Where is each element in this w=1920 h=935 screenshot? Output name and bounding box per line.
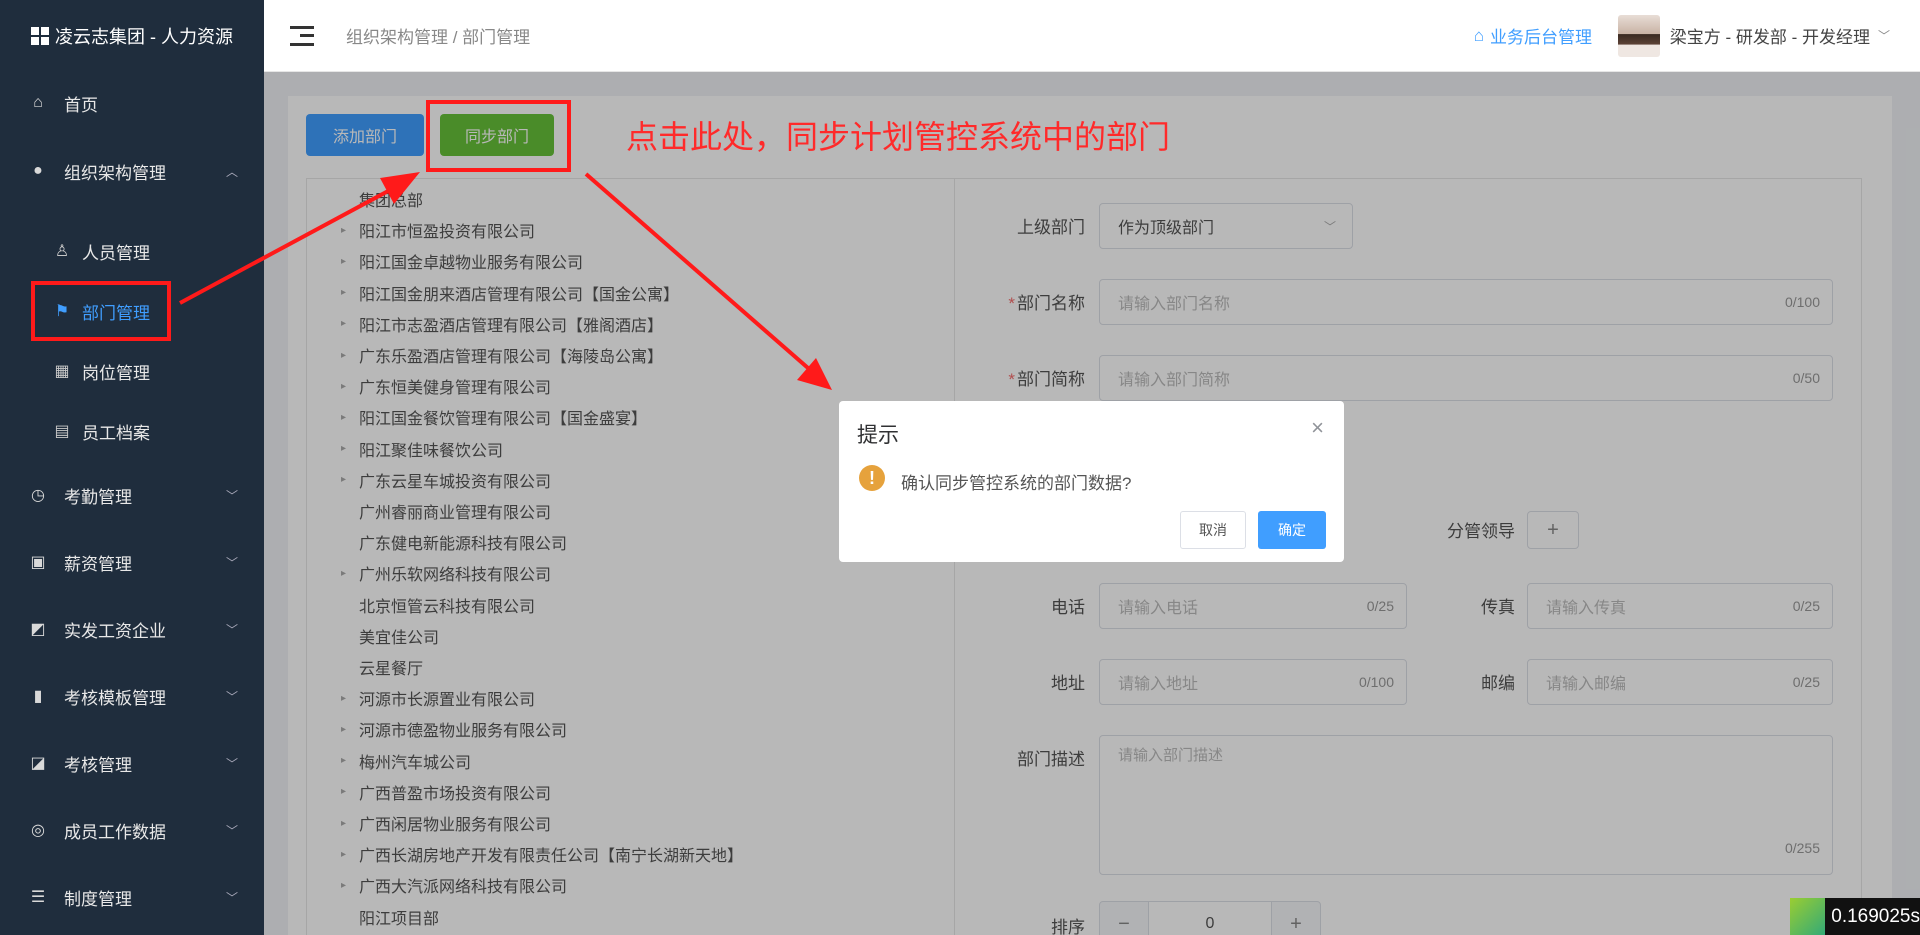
- user-menu[interactable]: 梁宝方 - 研发部 - 开发经理 ﹀: [1670, 23, 1890, 48]
- logo-icon: [31, 27, 49, 45]
- sidebar-item-attendance[interactable]: ◷ 考勤管理 ﹀: [0, 470, 264, 520]
- timer-icon: [1790, 898, 1826, 935]
- stack-icon: ☰: [30, 889, 46, 906]
- sidebar-item-work-data[interactable]: ◎ 成员工作数据 ﹀: [0, 805, 264, 855]
- cancel-button[interactable]: 取消: [1180, 511, 1246, 549]
- annotation-text: 点击此处，同步计划管控系统中的部门: [626, 119, 1171, 155]
- chart-icon: ◩: [30, 621, 46, 638]
- sidebar-item-home[interactable]: ⌂ 首页: [0, 78, 264, 128]
- timer-badge: 0.169025s: [1790, 898, 1920, 935]
- warning-icon: !: [859, 465, 885, 491]
- chevron-down-icon: ﹀: [225, 823, 238, 838]
- sidebar: 凌云志集团 - 人力资源 ⌂ 首页 ● 组织架构管理 ︿ ♙ 人员管理 ⚑ 部门…: [0, 0, 264, 935]
- breadcrumb: 组织架构管理 / 部门管理: [346, 28, 531, 47]
- home-icon: ⌂: [1473, 25, 1484, 45]
- sidebar-item-salary[interactable]: ▣ 薪资管理 ﹀: [0, 537, 264, 587]
- confirm-button[interactable]: 确定: [1258, 511, 1326, 549]
- grid-icon: ▦: [54, 363, 70, 380]
- avatar[interactable]: [1618, 14, 1660, 57]
- sync-highlight-box: [426, 100, 571, 172]
- close-icon[interactable]: ×: [1311, 415, 1324, 441]
- biz-admin-link[interactable]: ⌂ 业务后台管理: [1474, 23, 1592, 48]
- chevron-down-icon: ﹀: [225, 555, 238, 570]
- sidebar-item-eval-template[interactable]: ▮ 考核模板管理 ﹀: [0, 671, 264, 721]
- wallet-icon: ▣: [30, 554, 46, 571]
- clock-icon: ◷: [31, 487, 45, 504]
- chevron-down-icon: ﹀: [225, 890, 238, 905]
- app-title: 凌云志集团 - 人力资源: [55, 27, 233, 47]
- sidebar-item-archive[interactable]: ▤ 员工档案: [0, 406, 264, 456]
- top-header: 组织架构管理 / 部门管理 ⌂ 业务后台管理 梁宝方 - 研发部 - 开发经理 …: [264, 0, 1920, 72]
- app-logo: 凌云志集团 - 人力资源: [0, 0, 264, 72]
- menu-toggle-icon[interactable]: [290, 25, 314, 46]
- chevron-up-icon: ︿: [225, 164, 238, 179]
- chevron-down-icon: ﹀: [1877, 29, 1890, 43]
- book-icon: ▮: [33, 688, 43, 705]
- sidebar-item-payroll-company[interactable]: ◩ 实发工资企业 ﹀: [0, 604, 264, 654]
- person-icon: ♙: [54, 243, 70, 260]
- lifebuoy-icon: ◎: [31, 822, 45, 839]
- trend-icon: ◪: [30, 755, 46, 772]
- chevron-down-icon: ﹀: [225, 488, 238, 503]
- dialog-message: 确认同步管控系统的部门数据?: [901, 474, 1132, 493]
- department-highlight-box: [31, 281, 171, 341]
- dialog-title: 提示: [857, 424, 899, 447]
- sidebar-item-eval[interactable]: ◪ 考核管理 ﹀: [0, 738, 264, 788]
- chevron-down-icon: ﹀: [225, 689, 238, 704]
- sidebar-item-personnel[interactable]: ♙ 人员管理: [0, 226, 264, 276]
- confirm-dialog: 提示 × ! 确认同步管控系统的部门数据? 取消 确定: [839, 401, 1344, 562]
- chevron-down-icon: ﹀: [225, 622, 238, 637]
- sidebar-item-policy[interactable]: ☰ 制度管理 ﹀: [0, 872, 264, 922]
- home-icon: ⌂: [33, 94, 43, 111]
- sidebar-item-org[interactable]: ● 组织架构管理 ︿: [0, 146, 264, 196]
- sidebar-item-position[interactable]: ▦ 岗位管理: [0, 346, 264, 396]
- user-icon: ●: [33, 162, 43, 179]
- chevron-down-icon: ﹀: [225, 756, 238, 771]
- clipboard-icon: ▤: [54, 423, 70, 440]
